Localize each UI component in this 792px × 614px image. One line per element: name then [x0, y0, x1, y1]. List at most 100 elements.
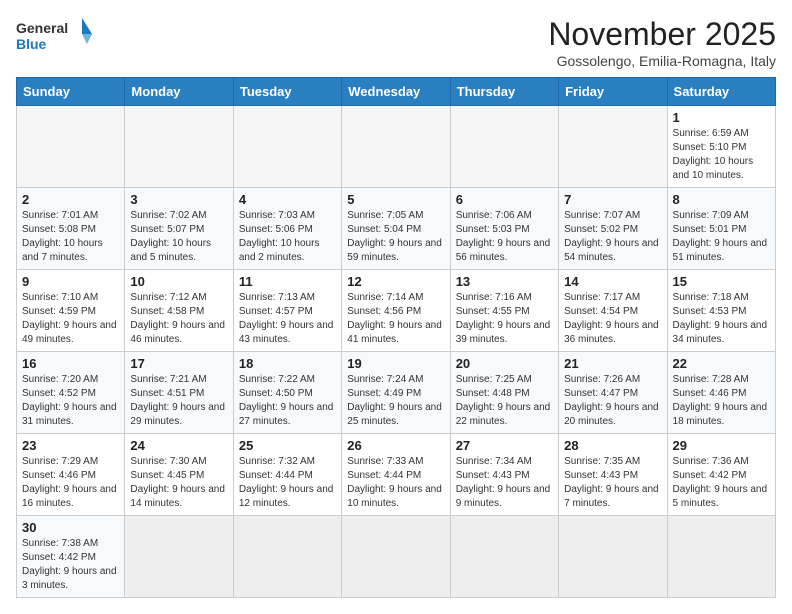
day-info: Sunrise: 7:36 AMSunset: 4:42 PMDaylight:…: [673, 455, 770, 511]
calendar-day-cell: 23 Sunrise: 7:29 AMSunset: 4:46 PMDayligh…: [17, 434, 125, 516]
day-info: Sunrise: 7:03 AMSunset: 5:06 PMDaylight:…: [239, 209, 336, 265]
day-number: 9: [22, 274, 119, 289]
day-number: 1: [673, 110, 770, 125]
calendar-week-row: 9Sunrise: 7:10 AMSunset: 4:59 PMDaylight…: [17, 270, 776, 352]
calendar-day-cell: 3 Sunrise: 7:02 AMSunset: 5:07 PMDaylight…: [125, 188, 233, 270]
day-info: Sunrise: 7:12 AMSunset: 4:58 PMDaylight:…: [130, 291, 227, 347]
day-number: 14: [564, 274, 661, 289]
calendar-day-cell: 27 Sunrise: 7:34 AMSunset: 4:43 PMDayligh…: [450, 434, 558, 516]
calendar-day-cell: [559, 516, 667, 598]
calendar-day-cell: [125, 106, 233, 188]
day-number: 17: [130, 356, 227, 371]
calendar-day-cell: 29 Sunrise: 7:36 AMSunset: 4:42 PMDayligh…: [667, 434, 775, 516]
calendar-day-cell: 25 Sunrise: 7:32 AMSunset: 4:44 PMDayligh…: [233, 434, 341, 516]
day-info: Sunrise: 7:26 AMSunset: 4:47 PMDaylight:…: [564, 373, 661, 429]
day-number: 16: [22, 356, 119, 371]
calendar-week-row: 16 Sunrise: 7:20 AMSunset: 4:52 PMDayligh…: [17, 352, 776, 434]
weekday-header-sunday: Sunday: [17, 78, 125, 106]
day-info: Sunrise: 7:34 AMSunset: 4:43 PMDaylight:…: [456, 455, 553, 511]
day-number: 19: [347, 356, 444, 371]
calendar-day-cell: 12Sunrise: 7:14 AMSunset: 4:56 PMDayligh…: [342, 270, 450, 352]
day-number: 23: [22, 438, 119, 453]
day-number: 24: [130, 438, 227, 453]
weekday-header-friday: Friday: [559, 78, 667, 106]
day-number: 3: [130, 192, 227, 207]
calendar-week-row: 1Sunrise: 6:59 AMSunset: 5:10 PMDaylight…: [17, 106, 776, 188]
calendar-day-cell: 18 Sunrise: 7:22 AMSunset: 4:50 PMDayligh…: [233, 352, 341, 434]
calendar-day-cell: 30 Sunrise: 7:38 AMSunset: 4:42 PMDayligh…: [17, 516, 125, 598]
calendar-day-cell: 16 Sunrise: 7:20 AMSunset: 4:52 PMDayligh…: [17, 352, 125, 434]
day-number: 21: [564, 356, 661, 371]
calendar-day-cell: 13Sunrise: 7:16 AMSunset: 4:55 PMDayligh…: [450, 270, 558, 352]
calendar-day-cell: [17, 106, 125, 188]
day-number: 15: [673, 274, 770, 289]
calendar-day-cell: 4 Sunrise: 7:03 AMSunset: 5:06 PMDaylight…: [233, 188, 341, 270]
calendar-day-cell: 5Sunrise: 7:05 AMSunset: 5:04 PMDaylight…: [342, 188, 450, 270]
calendar-day-cell: 7Sunrise: 7:07 AMSunset: 5:02 PMDaylight…: [559, 188, 667, 270]
generalblue-logo-svg: General Blue: [16, 16, 96, 54]
day-info: Sunrise: 7:33 AMSunset: 4:44 PMDaylight:…: [347, 455, 444, 511]
day-info: Sunrise: 7:02 AMSunset: 5:07 PMDaylight:…: [130, 209, 227, 265]
day-info: Sunrise: 7:07 AMSunset: 5:02 PMDaylight:…: [564, 209, 661, 265]
calendar-day-cell: [342, 106, 450, 188]
calendar-day-cell: 21 Sunrise: 7:26 AMSunset: 4:47 PMDayligh…: [559, 352, 667, 434]
day-number: 30: [22, 520, 119, 535]
day-info: Sunrise: 7:32 AMSunset: 4:44 PMDaylight:…: [239, 455, 336, 511]
day-info: Sunrise: 7:01 AMSunset: 5:08 PMDaylight:…: [22, 209, 119, 265]
calendar-day-cell: 19 Sunrise: 7:24 AMSunset: 4:49 PMDayligh…: [342, 352, 450, 434]
day-info: Sunrise: 7:29 AMSunset: 4:46 PMDaylight:…: [22, 455, 119, 511]
day-info: Sunrise: 7:13 AMSunset: 4:57 PMDaylight:…: [239, 291, 336, 347]
day-info: Sunrise: 7:30 AMSunset: 4:45 PMDaylight:…: [130, 455, 227, 511]
day-info: Sunrise: 7:14 AMSunset: 4:56 PMDaylight:…: [347, 291, 444, 347]
day-info: Sunrise: 7:20 AMSunset: 4:52 PMDaylight:…: [22, 373, 119, 429]
day-number: 22: [673, 356, 770, 371]
location-subtitle: Gossolengo, Emilia-Romagna, Italy: [548, 53, 776, 69]
day-number: 27: [456, 438, 553, 453]
day-info: Sunrise: 7:16 AMSunset: 4:55 PMDaylight:…: [456, 291, 553, 347]
day-info: Sunrise: 7:38 AMSunset: 4:42 PMDaylight:…: [22, 537, 119, 593]
calendar-week-row: 30 Sunrise: 7:38 AMSunset: 4:42 PMDayligh…: [17, 516, 776, 598]
day-number: 18: [239, 356, 336, 371]
day-number: 10: [130, 274, 227, 289]
day-number: 4: [239, 192, 336, 207]
day-number: 25: [239, 438, 336, 453]
calendar-day-cell: 6Sunrise: 7:06 AMSunset: 5:03 PMDaylight…: [450, 188, 558, 270]
calendar-day-cell: 22Sunrise: 7:28 AMSunset: 4:46 PMDayligh…: [667, 352, 775, 434]
day-info: Sunrise: 7:18 AMSunset: 4:53 PMDaylight:…: [673, 291, 770, 347]
day-info: Sunrise: 7:17 AMSunset: 4:54 PMDaylight:…: [564, 291, 661, 347]
calendar-day-cell: 8Sunrise: 7:09 AMSunset: 5:01 PMDaylight…: [667, 188, 775, 270]
calendar-day-cell: 17Sunrise: 7:21 AMSunset: 4:51 PMDayligh…: [125, 352, 233, 434]
weekday-header-thursday: Thursday: [450, 78, 558, 106]
calendar-day-cell: 10 Sunrise: 7:12 AMSunset: 4:58 PMDayligh…: [125, 270, 233, 352]
day-info: Sunrise: 7:05 AMSunset: 5:04 PMDaylight:…: [347, 209, 444, 265]
day-info: Sunrise: 7:35 AMSunset: 4:43 PMDaylight:…: [564, 455, 661, 511]
day-number: 28: [564, 438, 661, 453]
calendar-day-cell: [450, 106, 558, 188]
day-number: 2: [22, 192, 119, 207]
day-number: 11: [239, 274, 336, 289]
calendar-day-cell: 24 Sunrise: 7:30 AMSunset: 4:45 PMDayligh…: [125, 434, 233, 516]
title-area: November 2025 Gossolengo, Emilia-Romagna…: [548, 16, 776, 69]
day-info: Sunrise: 7:24 AMSunset: 4:49 PMDaylight:…: [347, 373, 444, 429]
day-number: 26: [347, 438, 444, 453]
calendar-day-cell: [233, 106, 341, 188]
calendar-day-cell: 28 Sunrise: 7:35 AMSunset: 4:43 PMDayligh…: [559, 434, 667, 516]
day-number: 29: [673, 438, 770, 453]
calendar-week-row: 2 Sunrise: 7:01 AMSunset: 5:08 PMDaylight…: [17, 188, 776, 270]
calendar-table: SundayMondayTuesdayWednesdayThursdayFrid…: [16, 77, 776, 598]
day-number: 20: [456, 356, 553, 371]
calendar-day-cell: [125, 516, 233, 598]
calendar-day-cell: 2 Sunrise: 7:01 AMSunset: 5:08 PMDaylight…: [17, 188, 125, 270]
calendar-week-row: 23 Sunrise: 7:29 AMSunset: 4:46 PMDayligh…: [17, 434, 776, 516]
day-info: Sunrise: 7:22 AMSunset: 4:50 PMDaylight:…: [239, 373, 336, 429]
weekday-header-tuesday: Tuesday: [233, 78, 341, 106]
calendar-day-cell: 9Sunrise: 7:10 AMSunset: 4:59 PMDaylight…: [17, 270, 125, 352]
calendar-day-cell: [233, 516, 341, 598]
day-number: 8: [673, 192, 770, 207]
weekday-header-wednesday: Wednesday: [342, 78, 450, 106]
calendar-day-cell: 20Sunrise: 7:25 AMSunset: 4:48 PMDayligh…: [450, 352, 558, 434]
calendar-day-cell: 15 Sunrise: 7:18 AMSunset: 4:53 PMDayligh…: [667, 270, 775, 352]
calendar-day-cell: [450, 516, 558, 598]
weekday-header-saturday: Saturday: [667, 78, 775, 106]
calendar-day-cell: 11 Sunrise: 7:13 AMSunset: 4:57 PMDayligh…: [233, 270, 341, 352]
